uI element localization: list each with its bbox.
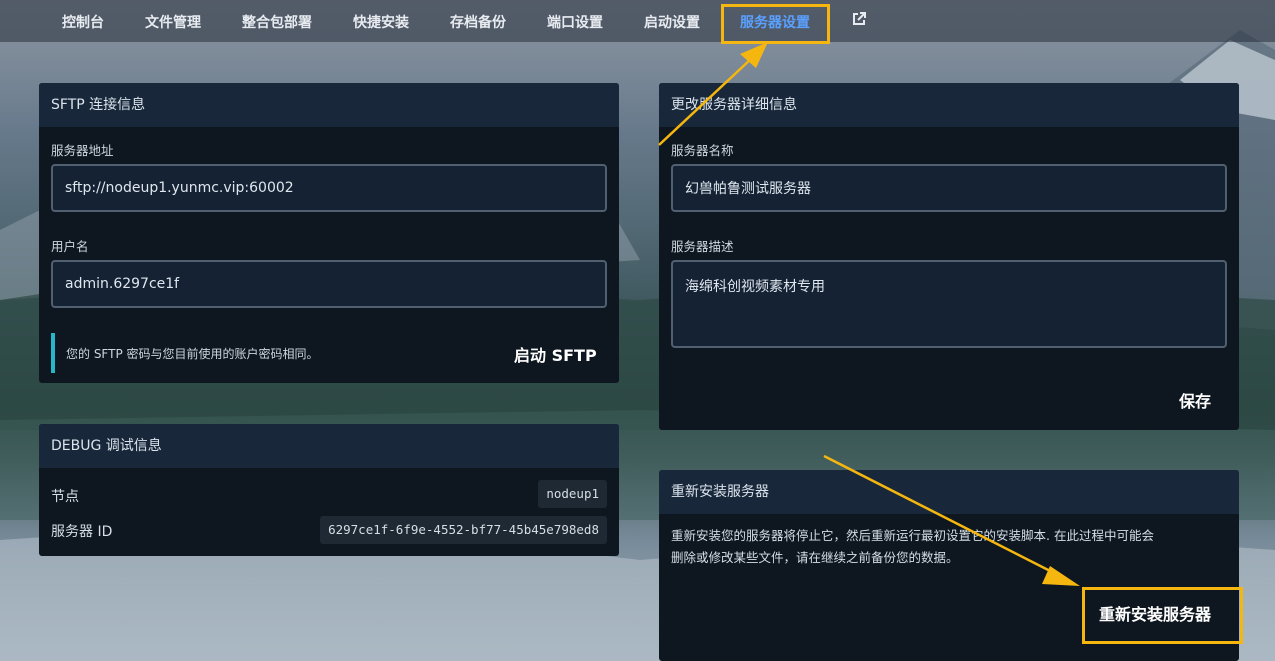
server-address-label: 服务器地址	[51, 143, 114, 158]
server-id-value: 6297ce1f-6f9e-4552-bf77-45b45e798ed8	[320, 516, 607, 544]
nav-tab-backups[interactable]: 存档备份	[450, 12, 506, 32]
sftp-card: SFTP 连接信息 服务器地址 sftp://nodeup1.yunmc.vip…	[39, 83, 619, 383]
top-nav: 控制台 文件管理 整合包部署 快捷安装 存档备份 端口设置 启动设置 服务器设置	[0, 0, 1275, 42]
launch-sftp-button[interactable]: 启动 SFTP	[514, 342, 597, 366]
reinstall-server-button[interactable]: 重新安装服务器	[1099, 601, 1211, 625]
nav-tab-modpack[interactable]: 整合包部署	[242, 12, 312, 32]
sftp-card-title: SFTP 连接信息	[39, 83, 619, 127]
nav-tab-quick-install[interactable]: 快捷安装	[353, 12, 409, 32]
note-accent-bar	[51, 333, 55, 373]
nav-tab-ports[interactable]: 端口设置	[547, 12, 603, 32]
nav-tab-startup[interactable]: 启动设置	[644, 12, 700, 32]
debug-card-title: DEBUG 调试信息	[39, 424, 619, 468]
nav-tab-files[interactable]: 文件管理	[145, 12, 201, 32]
server-details-title: 更改服务器详细信息	[659, 83, 1239, 127]
save-button[interactable]: 保存	[1179, 388, 1211, 412]
sftp-password-note: 您的 SFTP 密码与您目前使用的账户密码相同。	[66, 347, 319, 361]
debug-card: DEBUG 调试信息 节点 nodeup1 服务器 ID 6297ce1f-6f…	[39, 424, 619, 556]
server-name-label: 服务器名称	[671, 143, 734, 158]
reinstall-warning-line2: 删除或修改某些文件，请在继续之前备份您的数据。	[671, 550, 959, 565]
server-id-label: 服务器 ID	[51, 524, 113, 540]
username-field[interactable]: admin.6297ce1f	[51, 260, 607, 308]
node-label: 节点	[51, 489, 79, 505]
external-link-icon[interactable]	[851, 11, 867, 31]
server-address-field[interactable]: sftp://nodeup1.yunmc.vip:60002	[51, 164, 607, 212]
reinstall-card: 重新安装服务器 重新安装您的服务器将停止它，然后重新运行最初设置它的安装脚本. …	[659, 470, 1239, 661]
node-value: nodeup1	[538, 480, 607, 508]
username-label: 用户名	[51, 239, 89, 254]
reinstall-warning-line1: 重新安装您的服务器将停止它，然后重新运行最初设置它的安装脚本. 在此过程中可能会	[671, 528, 1154, 543]
nav-tab-settings[interactable]: 服务器设置	[740, 12, 810, 32]
server-description-label: 服务器描述	[671, 239, 734, 254]
server-details-card: 更改服务器详细信息 服务器名称 幻兽帕鲁测试服务器 服务器描述 海绵科创视频素材…	[659, 83, 1239, 430]
server-description-textarea[interactable]: 海绵科创视频素材专用	[671, 260, 1227, 348]
reinstall-title: 重新安装服务器	[659, 470, 1239, 514]
server-name-input[interactable]: 幻兽帕鲁测试服务器	[671, 164, 1227, 212]
nav-tab-console[interactable]: 控制台	[62, 12, 104, 32]
